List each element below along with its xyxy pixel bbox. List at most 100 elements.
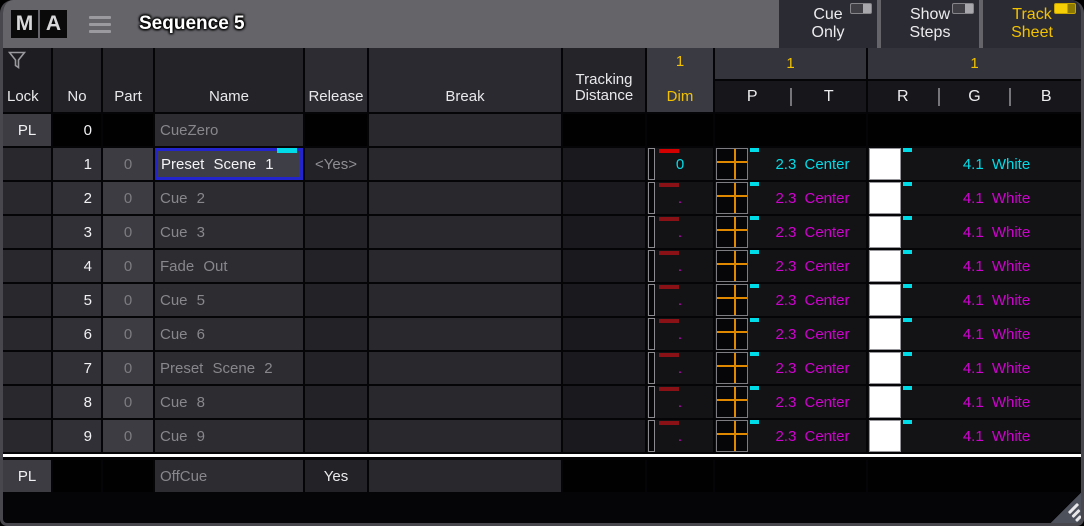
tracking-distance-cell[interactable] bbox=[563, 386, 645, 418]
release-cell[interactable] bbox=[305, 114, 367, 146]
cue-name-cell[interactable]: Cue 2 bbox=[155, 182, 303, 214]
header-tracking-distance[interactable]: Tracking Distance bbox=[563, 48, 645, 112]
release-cell[interactable] bbox=[305, 284, 367, 316]
color-value-cell[interactable]: 4.1 White bbox=[868, 250, 1081, 282]
track-sheet-button[interactable]: Track Sheet bbox=[983, 0, 1081, 48]
header-fixture-dim[interactable]: 1 Dim bbox=[647, 48, 713, 112]
dim-value-cell[interactable]: . bbox=[647, 352, 713, 384]
blue-column-label[interactable]: B bbox=[1011, 81, 1081, 112]
break-cell[interactable] bbox=[369, 250, 561, 282]
lock-cell[interactable]: PL bbox=[3, 114, 51, 146]
part-cell[interactable]: 0 bbox=[103, 216, 153, 248]
color-value-cell[interactable]: 4.1 White bbox=[868, 386, 1081, 418]
cue-name-cell[interactable]: OffCue bbox=[155, 460, 303, 492]
pan-tilt-value-cell[interactable]: 2.3 Center bbox=[715, 420, 866, 452]
header-fixture-rgb[interactable]: 1 R G B bbox=[868, 48, 1081, 112]
pan-tilt-value-cell[interactable]: 2.3 Center bbox=[715, 352, 866, 384]
list-menu-icon[interactable] bbox=[89, 16, 111, 33]
dim-value-cell[interactable]: . bbox=[647, 386, 713, 418]
tracking-distance-cell[interactable] bbox=[563, 148, 645, 180]
cue-number-cell[interactable]: 1 bbox=[53, 148, 101, 180]
break-cell[interactable] bbox=[369, 216, 561, 248]
pan-column-label[interactable]: P bbox=[715, 81, 790, 112]
dim-value-cell[interactable] bbox=[647, 114, 713, 146]
dim-value-cell[interactable]: . bbox=[647, 250, 713, 282]
break-cell[interactable] bbox=[369, 460, 561, 492]
lock-cell[interactable] bbox=[3, 318, 51, 350]
lock-cell[interactable] bbox=[3, 386, 51, 418]
cue-number-cell[interactable]: 7 bbox=[53, 352, 101, 384]
color-value-cell[interactable]: 4.1 White bbox=[868, 284, 1081, 316]
release-cell[interactable]: <Yes> bbox=[305, 148, 367, 180]
part-cell[interactable]: 0 bbox=[103, 352, 153, 384]
cue-name-cell[interactable]: Preset Scene 2 bbox=[155, 352, 303, 384]
break-cell[interactable] bbox=[369, 386, 561, 418]
dim-value-cell[interactable]: . bbox=[647, 284, 713, 316]
pan-tilt-value-cell[interactable] bbox=[715, 460, 866, 492]
tracking-distance-cell[interactable] bbox=[563, 284, 645, 316]
tracking-distance-cell[interactable] bbox=[563, 420, 645, 452]
release-cell[interactable] bbox=[305, 420, 367, 452]
tracking-distance-cell[interactable] bbox=[563, 352, 645, 384]
pan-tilt-value-cell[interactable]: 2.3 Center bbox=[715, 148, 866, 180]
color-value-cell[interactable]: 4.1 White bbox=[868, 352, 1081, 384]
part-cell[interactable]: 0 bbox=[103, 284, 153, 316]
lock-cell[interactable] bbox=[3, 284, 51, 316]
color-value-cell[interactable]: 4.1 White bbox=[868, 318, 1081, 350]
header-fixture-pan-tilt[interactable]: 1 P T bbox=[715, 48, 866, 112]
break-cell[interactable] bbox=[369, 318, 561, 350]
part-cell[interactable]: 0 bbox=[103, 250, 153, 282]
release-cell[interactable]: Yes bbox=[305, 460, 367, 492]
part-cell[interactable] bbox=[103, 114, 153, 146]
pan-tilt-value-cell[interactable]: 2.3 Center bbox=[715, 250, 866, 282]
pan-tilt-value-cell[interactable]: 2.3 Center bbox=[715, 216, 866, 248]
show-steps-button[interactable]: Show Steps bbox=[881, 0, 979, 48]
dim-value-cell[interactable]: . bbox=[647, 182, 713, 214]
part-cell[interactable]: 0 bbox=[103, 420, 153, 452]
filter-icon[interactable] bbox=[8, 51, 26, 74]
break-cell[interactable] bbox=[369, 114, 561, 146]
green-column-label[interactable]: G bbox=[940, 81, 1010, 112]
cue-name-cell[interactable]: Fade Out bbox=[155, 250, 303, 282]
lock-cell[interactable] bbox=[3, 216, 51, 248]
tracking-distance-cell[interactable] bbox=[563, 216, 645, 248]
lock-cell[interactable] bbox=[3, 420, 51, 452]
cue-name-cell[interactable]: Cue 9 bbox=[155, 420, 303, 452]
tracking-distance-cell[interactable] bbox=[563, 250, 645, 282]
lock-cell[interactable]: PL bbox=[3, 460, 51, 492]
red-column-label[interactable]: R bbox=[868, 81, 938, 112]
release-cell[interactable] bbox=[305, 386, 367, 418]
cue-number-cell[interactable] bbox=[53, 460, 101, 492]
release-cell[interactable] bbox=[305, 182, 367, 214]
lock-cell[interactable] bbox=[3, 352, 51, 384]
pan-tilt-value-cell[interactable] bbox=[715, 114, 866, 146]
break-cell[interactable] bbox=[369, 182, 561, 214]
tracking-distance-cell[interactable] bbox=[563, 318, 645, 350]
tracking-distance-cell[interactable] bbox=[563, 114, 645, 146]
color-value-cell[interactable]: 4.1 White bbox=[868, 420, 1081, 452]
dim-value-cell[interactable]: . bbox=[647, 318, 713, 350]
cue-number-cell[interactable]: 4 bbox=[53, 250, 101, 282]
header-release[interactable]: Release bbox=[305, 48, 367, 112]
dim-value-cell[interactable] bbox=[647, 460, 713, 492]
cue-number-cell[interactable]: 6 bbox=[53, 318, 101, 350]
release-cell[interactable] bbox=[305, 318, 367, 350]
tracking-distance-cell[interactable] bbox=[563, 460, 645, 492]
release-cell[interactable] bbox=[305, 250, 367, 282]
resize-handle-icon[interactable] bbox=[1044, 486, 1084, 526]
cue-name-cell[interactable]: Preset Scene 1 bbox=[155, 148, 303, 180]
pan-tilt-value-cell[interactable]: 2.3 Center bbox=[715, 318, 866, 350]
cue-name-cell[interactable]: Cue 5 bbox=[155, 284, 303, 316]
header-lock[interactable]: Lock bbox=[3, 48, 51, 112]
release-cell[interactable] bbox=[305, 352, 367, 384]
header-no[interactable]: No bbox=[53, 48, 101, 112]
part-cell[interactable]: 0 bbox=[103, 386, 153, 418]
cue-name-cell[interactable]: Cue 8 bbox=[155, 386, 303, 418]
break-cell[interactable] bbox=[369, 352, 561, 384]
part-cell[interactable]: 0 bbox=[103, 148, 153, 180]
pan-tilt-value-cell[interactable]: 2.3 Center bbox=[715, 284, 866, 316]
tracking-distance-cell[interactable] bbox=[563, 182, 645, 214]
pan-tilt-value-cell[interactable]: 2.3 Center bbox=[715, 386, 866, 418]
header-break[interactable]: Break bbox=[369, 48, 561, 112]
cue-name-cell[interactable]: Cue 6 bbox=[155, 318, 303, 350]
